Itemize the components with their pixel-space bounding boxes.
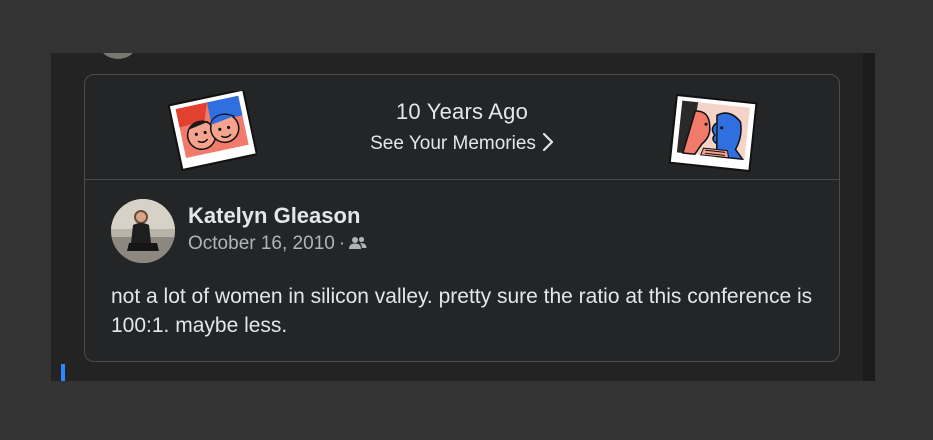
chevron-right-icon (542, 132, 554, 152)
avatar[interactable] (111, 199, 175, 263)
panel-edge (863, 53, 875, 381)
friends-icon[interactable] (349, 236, 367, 250)
news-feed-panel: 10 Years Ago See Your Memories Katelyn G… (51, 53, 875, 381)
memory-card: 10 Years Ago See Your Memories Katelyn G… (84, 74, 840, 362)
meta-separator: · (338, 233, 346, 254)
memory-photo-illustration (668, 93, 758, 173)
previous-post-avatar[interactable] (99, 53, 137, 59)
see-your-memories-label: See Your Memories (370, 133, 536, 154)
profile-photo (111, 199, 175, 263)
memory-header[interactable]: 10 Years Ago See Your Memories (85, 75, 839, 180)
scroll-indicator (61, 364, 65, 381)
post-date[interactable]: October 16, 2010 (188, 233, 335, 254)
post-meta: October 16, 2010 · (188, 233, 367, 255)
post-text: not a lot of women in silicon valley. pr… (111, 285, 813, 337)
post-author-name[interactable]: Katelyn Gleason (188, 203, 360, 229)
